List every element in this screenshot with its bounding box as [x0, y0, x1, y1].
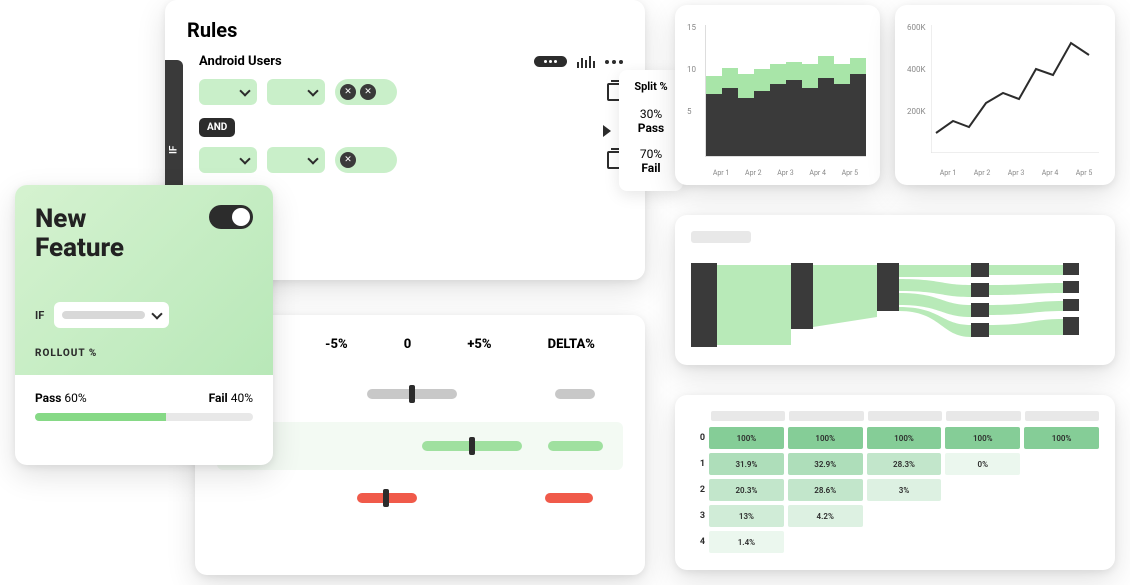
delta-row [217, 474, 623, 522]
xtick: Apr 3 [1008, 169, 1025, 177]
feature-toggle[interactable] [209, 205, 253, 229]
sankey-chart [691, 255, 1099, 355]
rule-options-pill[interactable] [534, 56, 567, 67]
cohort-cell: 20.3% [709, 479, 784, 501]
cohort-cell: 100% [1024, 427, 1099, 449]
condition-select-1[interactable] [199, 79, 257, 105]
triangle-icon [603, 125, 611, 137]
cohort-card: 0100%100%100%100%100%131.9%32.9%28.3%0%2… [675, 395, 1115, 570]
cohort-cell: 100% [788, 427, 863, 449]
if-label: IF [35, 309, 44, 322]
rollout-progress[interactable] [35, 413, 253, 421]
ytick: 15 [687, 23, 696, 32]
cohort-cell: 32.9% [788, 453, 863, 475]
xtick: Apr 5 [1076, 169, 1093, 177]
ytick: 400K [907, 65, 926, 74]
cohort-cell [1024, 479, 1099, 501]
cohort-cell: 28.6% [788, 479, 863, 501]
split-panel: Split % 30%Pass 70%Fail [619, 70, 683, 191]
cohort-cell [867, 505, 942, 527]
xtick: Apr 2 [745, 169, 762, 177]
feature-card: NewFeature IF ROLLOUT % Pass 60% Fail 40… [15, 185, 273, 465]
line-chart [931, 25, 1099, 153]
delta-header: 0 [404, 337, 412, 352]
xtick: Apr 4 [809, 169, 826, 177]
ytick: 200K [907, 107, 926, 116]
cohort-row-label: 4 [691, 537, 705, 547]
cohort-row-label: 3 [691, 511, 705, 521]
cohort-row: 3 13%4.2% [691, 505, 1099, 527]
cohort-row: 0100%100%100%100%100% [691, 427, 1099, 449]
cohort-row: 4 1.4% [691, 531, 1099, 553]
split-title: Split % [619, 80, 683, 93]
cohort-cell: 100% [945, 427, 1020, 449]
cohort-cell [945, 479, 1020, 501]
xtick: Apr 4 [1042, 169, 1059, 177]
ytick: 10 [687, 65, 696, 74]
xtick: Apr 1 [940, 169, 957, 177]
and-operator[interactable]: AND [199, 118, 235, 137]
xtick: Apr 5 [842, 169, 859, 177]
cohort-row-label: 0 [691, 433, 705, 443]
cohort-cell: 4.2% [788, 505, 863, 527]
delta-header: DELTA% [548, 337, 595, 352]
ytick: 5 [687, 107, 692, 116]
delta-row [217, 370, 623, 418]
cohort-cell: 1.4% [709, 531, 784, 553]
xtick: Apr 2 [974, 169, 991, 177]
split-pass: 30%Pass [619, 101, 683, 141]
cohort-header [711, 411, 1099, 421]
cohort-cell: 100% [709, 427, 784, 449]
xtick: Apr 3 [777, 169, 794, 177]
ytick: 600K [907, 23, 926, 32]
cohort-row: 2 20.3%28.6%3% [691, 479, 1099, 501]
cohort-cell [1024, 453, 1099, 475]
cohort-cell: 28.3% [867, 453, 942, 475]
cohort-cell [945, 505, 1020, 527]
cohort-cell: 3% [867, 479, 942, 501]
cohort-cell: 100% [867, 427, 942, 449]
cohort-cell: 13% [709, 505, 784, 527]
line-chart-card: 600K 400K 200K Apr 1 Apr 2 Apr 3 Apr 4 A… [895, 5, 1115, 185]
cohort-cell [1024, 505, 1099, 527]
xtick: Apr 1 [713, 169, 730, 177]
cohort-cell: 0% [945, 453, 1020, 475]
cohort-cell [867, 531, 942, 553]
delta-header: -5% [325, 337, 348, 352]
bar-chart-card: 15 10 5 Apr 1 Apr 2 Apr 3 Apr 4 Apr 5 [675, 5, 880, 185]
cohort-row: 1 31.9%32.9%28.3%0% [691, 453, 1099, 475]
stats-icon[interactable] [577, 56, 595, 68]
if-condition-select[interactable] [54, 302, 169, 328]
split-fail: 70%Fail [619, 141, 683, 181]
delta-row [217, 422, 623, 470]
sankey-title-placeholder [691, 231, 751, 243]
rule-name: Android Users [199, 54, 524, 69]
condition-toggle-2[interactable]: ✕ [335, 147, 397, 173]
cohort-cell: 31.9% [709, 453, 784, 475]
sankey-card [675, 215, 1115, 365]
more-icon[interactable] [605, 60, 623, 64]
bar-chart [705, 25, 866, 157]
condition-select-4[interactable] [267, 147, 325, 173]
rules-title: Rules [187, 18, 623, 42]
cohort-row-label: 2 [691, 485, 705, 495]
fail-text: Fail 40% [209, 391, 253, 405]
condition-toggle-1[interactable]: ✕✕ [335, 79, 397, 105]
condition-select-2[interactable] [267, 79, 325, 105]
cohort-cell [788, 531, 863, 553]
cohort-cell [945, 531, 1020, 553]
cohort-row-label: 1 [691, 459, 705, 469]
rollout-label: ROLLOUT % [35, 348, 253, 359]
delta-header: +5% [467, 337, 491, 352]
pass-text: Pass 60% [35, 391, 87, 405]
condition-select-3[interactable] [199, 147, 257, 173]
cohort-cell [1024, 531, 1099, 553]
